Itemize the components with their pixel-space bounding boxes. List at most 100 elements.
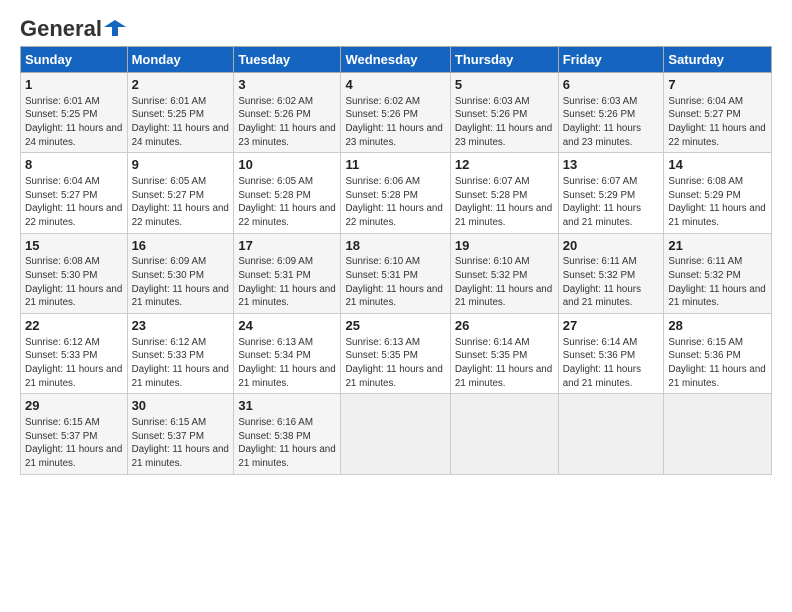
header: General (20, 16, 772, 38)
calendar-cell: 6Sunrise: 6:03 AM Sunset: 5:26 PM Daylig… (558, 73, 664, 153)
logo-general: General (20, 16, 102, 42)
calendar-week-5: 29Sunrise: 6:15 AM Sunset: 5:37 PM Dayli… (21, 394, 772, 474)
day-detail: Sunrise: 6:04 AM Sunset: 5:27 PM Dayligh… (25, 175, 123, 230)
day-detail: Sunrise: 6:01 AM Sunset: 5:25 PM Dayligh… (132, 95, 230, 150)
day-detail: Sunrise: 6:11 AM Sunset: 5:32 PM Dayligh… (668, 255, 767, 310)
calendar-cell: 19Sunrise: 6:10 AM Sunset: 5:32 PM Dayli… (450, 233, 558, 313)
calendar-cell: 17Sunrise: 6:09 AM Sunset: 5:31 PM Dayli… (234, 233, 341, 313)
day-detail: Sunrise: 6:13 AM Sunset: 5:35 PM Dayligh… (345, 336, 445, 391)
day-number: 10 (238, 156, 336, 174)
day-detail: Sunrise: 6:15 AM Sunset: 5:37 PM Dayligh… (25, 416, 123, 471)
calendar-cell: 4Sunrise: 6:02 AM Sunset: 5:26 PM Daylig… (341, 73, 450, 153)
day-detail: Sunrise: 6:05 AM Sunset: 5:27 PM Dayligh… (132, 175, 230, 230)
calendar-cell: 16Sunrise: 6:09 AM Sunset: 5:30 PM Dayli… (127, 233, 234, 313)
day-number: 20 (563, 237, 660, 255)
logo-bird-icon (104, 17, 126, 39)
calendar-cell: 26Sunrise: 6:14 AM Sunset: 5:35 PM Dayli… (450, 314, 558, 394)
day-number: 30 (132, 397, 230, 415)
day-detail: Sunrise: 6:16 AM Sunset: 5:38 PM Dayligh… (238, 416, 336, 471)
page: General SundayMondayTuesdayWednesdayThur… (0, 0, 792, 612)
day-number: 13 (563, 156, 660, 174)
calendar-week-4: 22Sunrise: 6:12 AM Sunset: 5:33 PM Dayli… (21, 314, 772, 394)
day-number: 7 (668, 76, 767, 94)
day-detail: Sunrise: 6:13 AM Sunset: 5:34 PM Dayligh… (238, 336, 336, 391)
day-number: 18 (345, 237, 445, 255)
day-detail: Sunrise: 6:08 AM Sunset: 5:29 PM Dayligh… (668, 175, 767, 230)
calendar-cell: 15Sunrise: 6:08 AM Sunset: 5:30 PM Dayli… (21, 233, 128, 313)
calendar-cell: 27Sunrise: 6:14 AM Sunset: 5:36 PM Dayli… (558, 314, 664, 394)
day-number: 25 (345, 317, 445, 335)
calendar-cell (558, 394, 664, 474)
day-number: 11 (345, 156, 445, 174)
calendar-cell: 30Sunrise: 6:15 AM Sunset: 5:37 PM Dayli… (127, 394, 234, 474)
dow-header-saturday: Saturday (664, 47, 772, 73)
dow-header-wednesday: Wednesday (341, 47, 450, 73)
day-number: 19 (455, 237, 554, 255)
day-detail: Sunrise: 6:10 AM Sunset: 5:32 PM Dayligh… (455, 255, 554, 310)
day-detail: Sunrise: 6:11 AM Sunset: 5:32 PM Dayligh… (563, 255, 660, 310)
calendar-cell: 7Sunrise: 6:04 AM Sunset: 5:27 PM Daylig… (664, 73, 772, 153)
calendar-cell: 20Sunrise: 6:11 AM Sunset: 5:32 PM Dayli… (558, 233, 664, 313)
calendar-table: SundayMondayTuesdayWednesdayThursdayFrid… (20, 46, 772, 475)
calendar-cell: 13Sunrise: 6:07 AM Sunset: 5:29 PM Dayli… (558, 153, 664, 233)
calendar-cell: 29Sunrise: 6:15 AM Sunset: 5:37 PM Dayli… (21, 394, 128, 474)
calendar-cell: 28Sunrise: 6:15 AM Sunset: 5:36 PM Dayli… (664, 314, 772, 394)
calendar-cell: 5Sunrise: 6:03 AM Sunset: 5:26 PM Daylig… (450, 73, 558, 153)
day-detail: Sunrise: 6:12 AM Sunset: 5:33 PM Dayligh… (132, 336, 230, 391)
day-detail: Sunrise: 6:09 AM Sunset: 5:31 PM Dayligh… (238, 255, 336, 310)
day-detail: Sunrise: 6:10 AM Sunset: 5:31 PM Dayligh… (345, 255, 445, 310)
calendar-cell: 10Sunrise: 6:05 AM Sunset: 5:28 PM Dayli… (234, 153, 341, 233)
calendar-cell: 24Sunrise: 6:13 AM Sunset: 5:34 PM Dayli… (234, 314, 341, 394)
day-detail: Sunrise: 6:14 AM Sunset: 5:36 PM Dayligh… (563, 336, 660, 391)
day-detail: Sunrise: 6:05 AM Sunset: 5:28 PM Dayligh… (238, 175, 336, 230)
day-number: 22 (25, 317, 123, 335)
calendar-cell: 8Sunrise: 6:04 AM Sunset: 5:27 PM Daylig… (21, 153, 128, 233)
calendar-cell (341, 394, 450, 474)
day-detail: Sunrise: 6:03 AM Sunset: 5:26 PM Dayligh… (455, 95, 554, 150)
calendar-week-3: 15Sunrise: 6:08 AM Sunset: 5:30 PM Dayli… (21, 233, 772, 313)
day-number: 26 (455, 317, 554, 335)
calendar-cell: 25Sunrise: 6:13 AM Sunset: 5:35 PM Dayli… (341, 314, 450, 394)
calendar-cell: 18Sunrise: 6:10 AM Sunset: 5:31 PM Dayli… (341, 233, 450, 313)
day-detail: Sunrise: 6:04 AM Sunset: 5:27 PM Dayligh… (668, 95, 767, 150)
day-detail: Sunrise: 6:12 AM Sunset: 5:33 PM Dayligh… (25, 336, 123, 391)
day-number: 2 (132, 76, 230, 94)
day-number: 9 (132, 156, 230, 174)
day-number: 27 (563, 317, 660, 335)
day-number: 24 (238, 317, 336, 335)
day-detail: Sunrise: 6:15 AM Sunset: 5:36 PM Dayligh… (668, 336, 767, 391)
day-number: 8 (25, 156, 123, 174)
dow-header-tuesday: Tuesday (234, 47, 341, 73)
calendar-cell (664, 394, 772, 474)
day-number: 29 (25, 397, 123, 415)
calendar-cell: 1Sunrise: 6:01 AM Sunset: 5:25 PM Daylig… (21, 73, 128, 153)
calendar-cell: 9Sunrise: 6:05 AM Sunset: 5:27 PM Daylig… (127, 153, 234, 233)
day-detail: Sunrise: 6:02 AM Sunset: 5:26 PM Dayligh… (238, 95, 336, 150)
day-number: 5 (455, 76, 554, 94)
day-detail: Sunrise: 6:09 AM Sunset: 5:30 PM Dayligh… (132, 255, 230, 310)
calendar-cell: 11Sunrise: 6:06 AM Sunset: 5:28 PM Dayli… (341, 153, 450, 233)
day-number: 14 (668, 156, 767, 174)
day-detail: Sunrise: 6:07 AM Sunset: 5:28 PM Dayligh… (455, 175, 554, 230)
calendar-cell: 14Sunrise: 6:08 AM Sunset: 5:29 PM Dayli… (664, 153, 772, 233)
calendar-cell: 31Sunrise: 6:16 AM Sunset: 5:38 PM Dayli… (234, 394, 341, 474)
calendar-week-2: 8Sunrise: 6:04 AM Sunset: 5:27 PM Daylig… (21, 153, 772, 233)
dow-header-sunday: Sunday (21, 47, 128, 73)
calendar-cell: 3Sunrise: 6:02 AM Sunset: 5:26 PM Daylig… (234, 73, 341, 153)
day-detail: Sunrise: 6:01 AM Sunset: 5:25 PM Dayligh… (25, 95, 123, 150)
day-number: 21 (668, 237, 767, 255)
calendar-cell (450, 394, 558, 474)
day-detail: Sunrise: 6:02 AM Sunset: 5:26 PM Dayligh… (345, 95, 445, 150)
day-detail: Sunrise: 6:07 AM Sunset: 5:29 PM Dayligh… (563, 175, 660, 230)
dow-header-friday: Friday (558, 47, 664, 73)
calendar-cell: 22Sunrise: 6:12 AM Sunset: 5:33 PM Dayli… (21, 314, 128, 394)
calendar-cell: 12Sunrise: 6:07 AM Sunset: 5:28 PM Dayli… (450, 153, 558, 233)
calendar-cell: 21Sunrise: 6:11 AM Sunset: 5:32 PM Dayli… (664, 233, 772, 313)
day-number: 17 (238, 237, 336, 255)
day-number: 6 (563, 76, 660, 94)
day-number: 12 (455, 156, 554, 174)
logo: General (20, 16, 126, 38)
calendar-cell: 2Sunrise: 6:01 AM Sunset: 5:25 PM Daylig… (127, 73, 234, 153)
dow-header-thursday: Thursday (450, 47, 558, 73)
day-detail: Sunrise: 6:03 AM Sunset: 5:26 PM Dayligh… (563, 95, 660, 150)
